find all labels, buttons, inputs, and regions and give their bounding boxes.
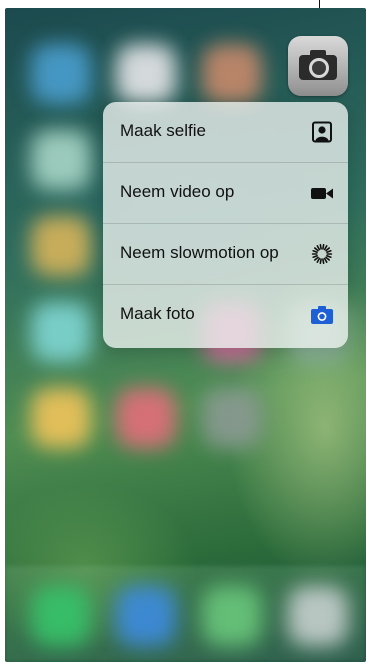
camera-app-icon[interactable]	[288, 36, 348, 96]
selfie-portrait-icon	[312, 121, 332, 143]
quick-action-slowmotion[interactable]: Neem slowmotion op	[103, 224, 348, 285]
quick-action-selfie[interactable]: Maak selfie	[103, 102, 348, 163]
blurred-dock-app-icon	[116, 586, 176, 646]
blurred-dock-app-icon	[202, 586, 262, 646]
video-camera-icon	[311, 188, 333, 199]
quick-action-photo[interactable]: Maak foto	[103, 285, 348, 346]
quick-action-video[interactable]: Neem video op	[103, 163, 348, 224]
camera-lens	[309, 58, 329, 78]
iphone-home-screen: Maak selfie Neem video op Neem slowmotio…	[5, 8, 366, 662]
blurred-app-icon	[31, 302, 91, 362]
quick-action-label: Maak selfie	[120, 121, 206, 140]
screenshot-stage: Maak selfie Neem video op Neem slowmotio…	[0, 0, 371, 664]
blurred-app-icon	[31, 388, 91, 448]
quick-action-label: Neem video op	[120, 182, 235, 201]
blurred-app-icon	[116, 388, 176, 448]
camera-icon	[311, 306, 333, 324]
quick-actions-menu: Maak selfie Neem video op Neem slowmotio…	[103, 102, 348, 348]
quick-action-label: Neem slowmotion op	[120, 243, 279, 262]
blurred-dock-app-icon	[31, 586, 91, 646]
blurred-app-icon	[202, 44, 262, 104]
slowmotion-icon	[311, 243, 333, 265]
blurred-app-icon	[31, 130, 91, 190]
blurred-app-icon	[31, 216, 91, 276]
blurred-app-icon	[116, 44, 176, 104]
blurred-dock-app-icon	[288, 586, 348, 646]
blurred-app-icon	[202, 388, 262, 448]
quick-action-label: Maak foto	[120, 304, 195, 323]
blurred-app-icon	[31, 44, 91, 104]
